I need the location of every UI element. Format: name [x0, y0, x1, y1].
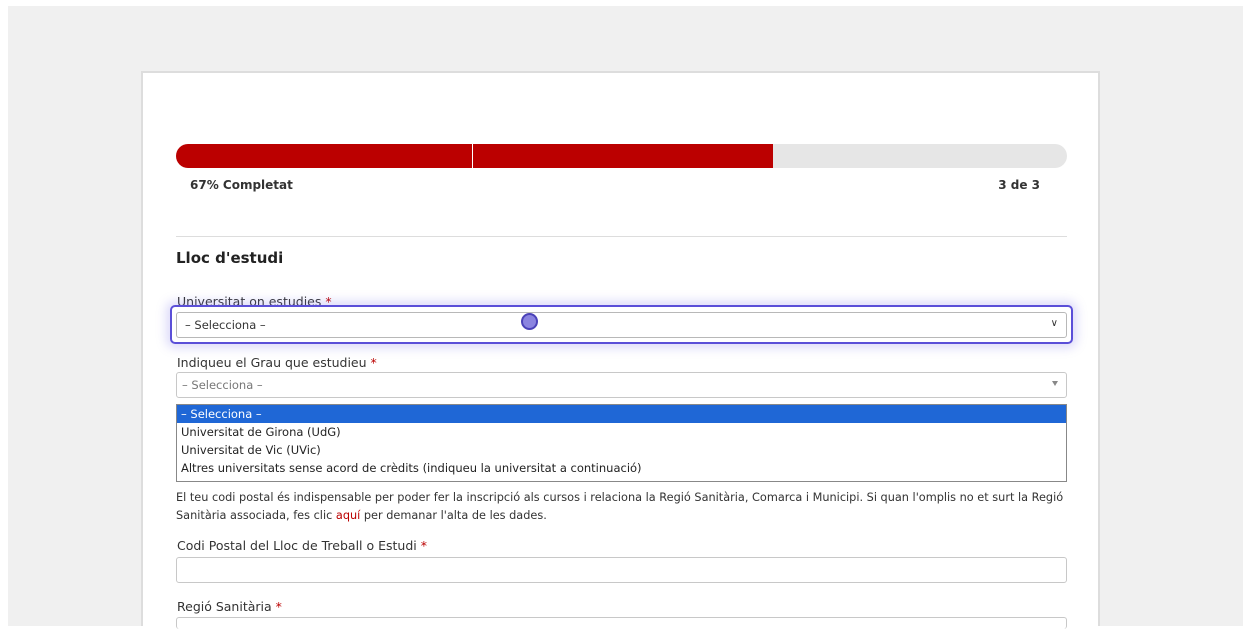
- universitat-select[interactable]: – Selecciona – ∨: [176, 312, 1067, 338]
- progress-bar: [176, 144, 1067, 168]
- regio-label-text: Regió Sanitària: [177, 599, 272, 614]
- mouse-cursor: [521, 313, 538, 330]
- codi-postal-input[interactable]: [176, 557, 1067, 583]
- divider: [176, 236, 1067, 237]
- progress-fill: [176, 144, 773, 168]
- option-udg[interactable]: Universitat de Girona (UdG): [177, 423, 1066, 441]
- request-data-link[interactable]: aquí: [336, 509, 360, 522]
- option-altres[interactable]: Altres universitats sense acord de crèdi…: [177, 459, 1066, 477]
- progress-step-label: 3 de 3: [998, 178, 1040, 192]
- required-mark: *: [275, 599, 282, 614]
- required-mark: *: [420, 538, 427, 553]
- regio-label: Regió Sanitària *: [177, 599, 282, 614]
- required-mark: *: [370, 355, 377, 370]
- grau-label-text: Indiqueu el Grau que estudieu: [177, 355, 367, 370]
- option-selecciona[interactable]: – Selecciona –: [177, 405, 1066, 423]
- postal-code-info: El teu codi postal és indispensable per …: [176, 489, 1066, 525]
- option-uvic[interactable]: Universitat de Vic (UVic): [177, 441, 1066, 459]
- chevron-down-icon: ∨: [1050, 318, 1058, 329]
- universitat-select-value: – Selecciona –: [185, 318, 266, 332]
- section-title: Lloc d'estudi: [176, 249, 284, 267]
- info-text-after: per demanar l'alta de les dades.: [360, 509, 547, 522]
- progress-percent-label: 67% Completat: [190, 178, 293, 192]
- regio-select[interactable]: [176, 617, 1067, 629]
- codi-postal-label-text: Codi Postal del Lloc de Treball o Estudi: [177, 538, 417, 553]
- grau-label: Indiqueu el Grau que estudieu *: [177, 355, 377, 370]
- progress-divider: [472, 144, 473, 168]
- codi-postal-label: Codi Postal del Lloc de Treball o Estudi…: [177, 538, 427, 553]
- grau-select-value: – Selecciona –: [182, 378, 263, 392]
- universitat-options-list: – Selecciona – Universitat de Girona (Ud…: [176, 404, 1067, 482]
- info-text-before: El teu codi postal és indispensable per …: [176, 491, 1064, 522]
- grau-select[interactable]: – Selecciona –: [176, 372, 1067, 398]
- dropdown-arrow-icon: [1052, 381, 1058, 386]
